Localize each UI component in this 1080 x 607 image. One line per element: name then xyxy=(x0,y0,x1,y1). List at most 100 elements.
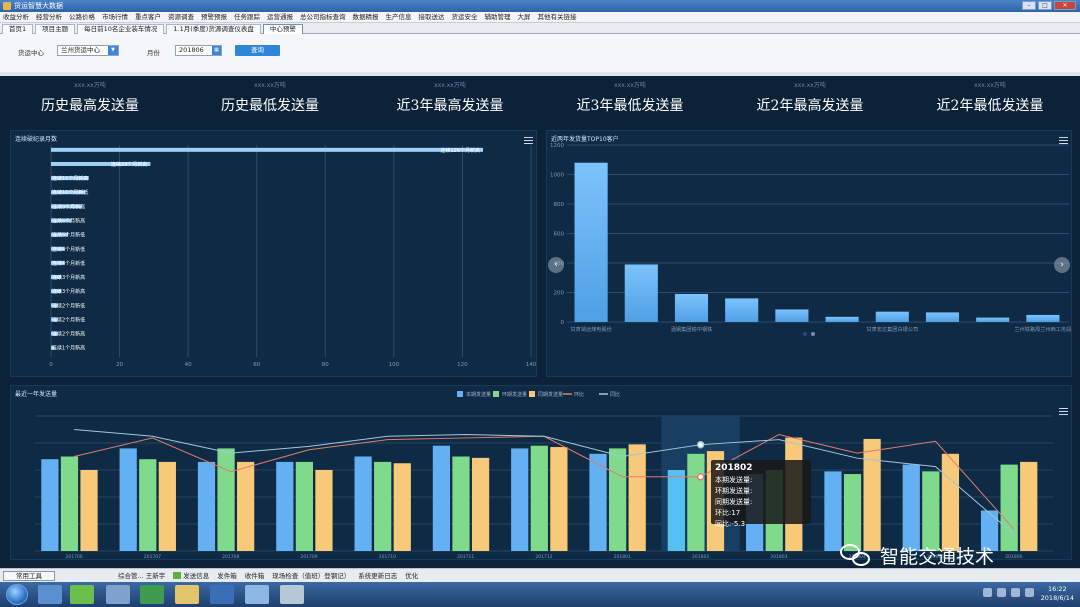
bar[interactable] xyxy=(119,448,137,551)
legend-swatch[interactable] xyxy=(493,391,499,397)
menu-item[interactable]: 重点客户 xyxy=(135,12,161,22)
tool-icon[interactable] xyxy=(280,585,304,604)
menu-item[interactable]: 大屏 xyxy=(518,12,531,22)
bar[interactable] xyxy=(667,470,685,551)
bar[interactable] xyxy=(725,298,759,322)
status-item[interactable]: 优化 xyxy=(405,569,418,583)
bar[interactable] xyxy=(1026,314,1060,322)
center-select[interactable]: 兰州货运中心 ▼ xyxy=(57,45,119,56)
network-icon[interactable] xyxy=(1025,588,1034,597)
tray-icon[interactable] xyxy=(983,588,992,597)
chevron-left-icon[interactable]: ‹ xyxy=(548,257,564,273)
excel-icon[interactable] xyxy=(140,585,164,604)
pager-dot[interactable] xyxy=(811,332,815,336)
bar[interactable] xyxy=(775,309,809,322)
menu-item[interactable]: 收益分析 xyxy=(3,12,29,22)
legend-swatch[interactable] xyxy=(457,391,463,397)
word-icon[interactable] xyxy=(210,585,234,604)
bar[interactable] xyxy=(139,459,157,551)
menu-item[interactable]: 经营分析 xyxy=(36,12,62,22)
status-item[interactable]: 综合管... 王新宇 xyxy=(118,569,165,583)
menu-item[interactable]: 接取送达 xyxy=(419,12,445,22)
bar[interactable] xyxy=(51,147,483,152)
tab-item[interactable]: 每日前10名企业装车情况 xyxy=(77,24,165,34)
menu-item[interactable]: 任务跟踪 xyxy=(234,12,260,22)
menu-item[interactable]: 数据精报 xyxy=(353,12,379,22)
minimize-button[interactable]: – xyxy=(1022,1,1036,10)
status-item[interactable]: 发件箱 xyxy=(217,569,237,583)
close-button[interactable]: ✕ xyxy=(1054,1,1076,10)
bar[interactable] xyxy=(674,293,709,322)
volume-icon[interactable] xyxy=(1011,588,1020,597)
tab-item[interactable]: 项目主题 xyxy=(35,24,76,34)
bar[interactable] xyxy=(863,438,881,551)
bar[interactable] xyxy=(687,453,705,551)
bar[interactable] xyxy=(197,461,216,551)
common-tools-button[interactable]: 常用工具 xyxy=(3,571,55,581)
pager-dot[interactable] xyxy=(803,332,807,336)
bar[interactable] xyxy=(80,470,98,551)
bar[interactable] xyxy=(941,453,960,551)
bar[interactable] xyxy=(530,445,548,551)
menu-item[interactable]: 其他有关链接 xyxy=(538,12,577,22)
bar[interactable] xyxy=(902,464,920,551)
chevron-down-icon[interactable]: ▼ xyxy=(108,46,118,55)
status-item[interactable]: 发送信息 xyxy=(173,569,209,583)
menu-item[interactable]: 生产信息 xyxy=(386,12,412,22)
folder-icon[interactable] xyxy=(175,585,199,604)
bar[interactable] xyxy=(295,461,313,551)
bar[interactable] xyxy=(574,162,608,322)
month-input[interactable]: 201806 ▦ xyxy=(175,45,222,56)
status-item[interactable]: 收件箱 xyxy=(245,569,265,583)
clock[interactable]: 16:22 2018/6/14 xyxy=(1041,585,1074,603)
calendar-icon[interactable]: ▦ xyxy=(212,46,221,55)
bar[interactable] xyxy=(824,471,842,551)
menu-item[interactable]: 公路价格 xyxy=(69,12,95,22)
bar[interactable] xyxy=(1020,461,1038,551)
bar[interactable] xyxy=(41,459,59,551)
bar[interactable] xyxy=(393,463,411,551)
menu-item[interactable]: 市场行情 xyxy=(102,12,128,22)
bar[interactable] xyxy=(589,453,607,551)
tray-icon[interactable] xyxy=(997,588,1006,597)
bar[interactable] xyxy=(432,445,451,551)
bar[interactable] xyxy=(550,447,568,551)
document-icon[interactable] xyxy=(106,585,130,604)
query-button[interactable]: 查询 xyxy=(235,45,280,56)
bar[interactable] xyxy=(158,461,176,551)
window-icon[interactable] xyxy=(245,585,269,604)
start-button[interactable] xyxy=(6,584,28,605)
tab-item[interactable]: 1.1月(季度)货源调查仪表盘 xyxy=(166,24,261,34)
menu-item[interactable]: 总公司指标查询 xyxy=(300,12,346,22)
bar[interactable] xyxy=(60,456,79,552)
menu-item[interactable]: 货运安全 xyxy=(452,12,478,22)
ie-icon[interactable] xyxy=(38,585,62,604)
menu-item[interactable]: 预警预报 xyxy=(201,12,227,22)
menu-item[interactable]: 运营通报 xyxy=(267,12,293,22)
bar[interactable] xyxy=(217,448,235,551)
bar[interactable] xyxy=(511,448,529,551)
legend-swatch[interactable] xyxy=(529,391,535,397)
bar[interactable] xyxy=(628,444,646,551)
status-item[interactable]: 现场检查（值班）登钢记） xyxy=(272,569,350,583)
bar[interactable] xyxy=(452,456,470,552)
tab-item[interactable]: 首页1 xyxy=(2,24,34,34)
menu-item[interactable]: 辅助管理 xyxy=(485,12,511,22)
bar[interactable] xyxy=(976,317,1010,322)
bar[interactable] xyxy=(354,456,372,552)
maximize-button[interactable]: □ xyxy=(1038,1,1052,10)
bar[interactable] xyxy=(1000,464,1018,551)
menu-item[interactable]: 资源调查 xyxy=(168,12,194,22)
chevron-right-icon[interactable]: › xyxy=(1054,257,1070,273)
bar[interactable] xyxy=(374,461,392,551)
status-item[interactable]: 系统更新日志 xyxy=(358,569,397,583)
bar[interactable] xyxy=(624,264,658,322)
bar[interactable] xyxy=(608,448,627,551)
bar[interactable] xyxy=(471,457,490,551)
bar[interactable] xyxy=(925,312,960,322)
app-icon[interactable] xyxy=(70,585,94,604)
bar[interactable] xyxy=(276,461,294,551)
bar[interactable] xyxy=(875,311,909,322)
bar[interactable] xyxy=(237,461,255,551)
bar[interactable] xyxy=(825,316,859,322)
